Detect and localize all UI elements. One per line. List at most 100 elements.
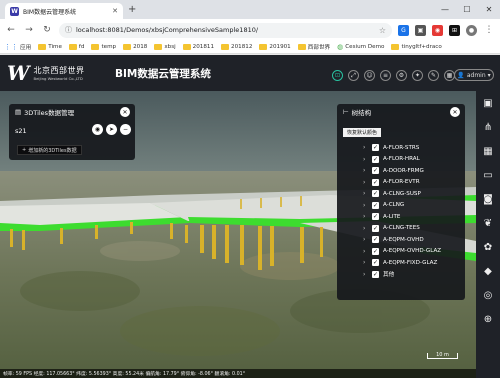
checkbox[interactable]: ✓ xyxy=(372,155,379,163)
chevron-right-icon[interactable]: › xyxy=(363,259,368,266)
tree-item[interactable]: › ✓ A-CLNG xyxy=(363,200,461,212)
checkbox[interactable]: ✓ xyxy=(372,167,379,175)
new-tab-icon[interactable]: + xyxy=(128,4,136,15)
bookmark-item[interactable]: xbsj xyxy=(154,44,176,50)
checkbox[interactable]: ✓ xyxy=(372,270,379,278)
chevron-right-icon[interactable]: › xyxy=(363,202,368,209)
checkbox[interactable]: ✓ xyxy=(372,201,379,209)
person-icon[interactable]: ☺ xyxy=(364,70,375,81)
close-tab-icon[interactable]: ✕ xyxy=(112,7,118,15)
checkbox[interactable]: ✓ xyxy=(372,190,379,198)
tree-item[interactable]: › ✓ A-CLNG-SUSP xyxy=(363,188,461,200)
bookmarks-bar: ⋮⋮ 应用 Time fd temp 2018 xbsj 201811 20181… xyxy=(0,41,500,54)
bookmark-item[interactable]: temp xyxy=(91,44,116,50)
tree-item[interactable]: › ✓ 其他 xyxy=(363,269,461,281)
checkbox[interactable]: ✓ xyxy=(372,213,379,221)
checkbox[interactable]: ✓ xyxy=(372,259,379,267)
reset-color-button[interactable]: 恢复默认颜色 xyxy=(343,128,382,137)
checkbox[interactable]: ✓ xyxy=(372,178,379,186)
folder-icon xyxy=(297,44,306,50)
bookmark-item[interactable]: ◍ Cesium Demo xyxy=(337,43,384,51)
reload-icon[interactable]: ↻ xyxy=(41,25,53,35)
chevron-right-icon[interactable]: › xyxy=(363,190,368,197)
bookmark-item[interactable]: tinygltf+draco xyxy=(391,44,442,50)
tree-item[interactable]: › ✓ A-EQPM-OVHD-GLAZ xyxy=(363,246,461,258)
chevron-right-icon[interactable]: › xyxy=(363,213,368,220)
bookmark-item[interactable]: Time xyxy=(38,44,62,50)
info-icon[interactable]: ⓘ xyxy=(65,25,72,35)
panel-header: ⊢ 树结构 xyxy=(337,104,465,120)
locate-icon[interactable]: ➤ xyxy=(106,124,117,135)
browser-tab[interactable]: W BIM数据云管理系统 ✕ xyxy=(5,3,123,19)
add-tileset-label: 增加新的3DTiles数据 xyxy=(28,147,77,154)
bookmark-item[interactable]: 201812 xyxy=(221,44,252,50)
add-tileset-button[interactable]: + 增加新的3DTiles数据 xyxy=(17,145,82,155)
tab-title: BIM数据云管理系统 xyxy=(23,8,77,16)
bookmark-item[interactable]: fd xyxy=(68,44,84,50)
bookmark-star-icon[interactable]: ☆ xyxy=(379,26,386,35)
tree-item[interactable]: › ✓ A-FLOR-STRS xyxy=(363,142,461,154)
bookmark-item[interactable]: 2018 xyxy=(123,44,147,50)
extension-icon[interactable]: ▣ xyxy=(415,24,426,36)
checkbox[interactable]: ✓ xyxy=(372,144,379,152)
checkbox[interactable]: ✓ xyxy=(372,247,379,255)
bucket-icon[interactable]: ◆ xyxy=(482,265,495,278)
camera-icon[interactable]: ◙ xyxy=(482,193,495,206)
extension-icon[interactable]: G xyxy=(398,24,409,36)
chevron-right-icon[interactable]: › xyxy=(363,144,368,151)
tree-item[interactable]: › ✓ A-FLOR-EVTR xyxy=(363,177,461,189)
cactus-icon[interactable]: ✿ xyxy=(482,241,495,254)
document-icon[interactable]: ▭ xyxy=(482,169,495,182)
address-bar[interactable]: ⓘ localhost:8081/Demos/xbsjComprehensive… xyxy=(59,22,392,38)
chevron-right-icon[interactable]: › xyxy=(363,179,368,186)
checkbox[interactable]: ✓ xyxy=(372,236,379,244)
chevron-right-icon[interactable]: › xyxy=(363,271,368,278)
profile-icon[interactable]: ● xyxy=(466,24,477,36)
extension-icon[interactable]: ⊞ xyxy=(449,24,460,36)
bookmark-item[interactable]: 西部世界 xyxy=(297,43,330,51)
tree-item[interactable]: › ✓ A-DOOR-FRMG xyxy=(363,165,461,177)
chevron-right-icon[interactable]: › xyxy=(363,225,368,232)
tools-icon[interactable]: ✦ xyxy=(412,70,423,81)
folder-icon xyxy=(123,44,132,50)
close-window-icon[interactable]: ✕ xyxy=(478,0,500,19)
fullscreen-icon[interactable]: ⤢ xyxy=(348,70,359,81)
tree-item[interactable]: › ✓ A-CLNG-TEES xyxy=(363,223,461,235)
edit-icon[interactable]: ✎ xyxy=(428,70,439,81)
leaf-icon[interactable]: ❦ xyxy=(482,217,495,230)
minimize-icon[interactable]: — xyxy=(434,0,456,19)
chevron-right-icon[interactable]: › xyxy=(363,236,368,243)
back-icon[interactable]: ← xyxy=(5,25,17,35)
scene-icon[interactable]: ⊡ xyxy=(332,70,343,81)
checkbox[interactable]: ✓ xyxy=(372,224,379,232)
chevron-right-icon[interactable]: › xyxy=(363,248,368,255)
extension-icon[interactable]: ◉ xyxy=(432,24,443,36)
location-icon[interactable]: ⊕ xyxy=(482,313,495,326)
close-icon[interactable]: ✕ xyxy=(120,107,130,117)
scale-bar: 10 m xyxy=(427,353,458,359)
user-name: admin xyxy=(466,71,486,79)
bookmark-item[interactable]: 201811 xyxy=(182,44,214,50)
tree-item[interactable]: › ✓ A-LITE xyxy=(363,211,461,223)
maximize-icon[interactable]: ☐ xyxy=(456,0,478,19)
bookmark-item[interactable]: ⋮⋮ 应用 xyxy=(4,43,31,51)
chevron-right-icon[interactable]: › xyxy=(363,156,368,163)
tree-item[interactable]: › ✓ A-EQPM-FIXD-GLAZ xyxy=(363,257,461,269)
tree-structure-icon[interactable]: ⋔ xyxy=(482,121,495,134)
grid-icon[interactable]: ▦ xyxy=(482,145,495,158)
layers-icon[interactable]: ≡ xyxy=(380,70,391,81)
view-icon[interactable]: ◉ xyxy=(92,124,103,135)
image-icon[interactable]: ▣ xyxy=(482,97,495,110)
user-menu[interactable]: 👤 admin ▾ xyxy=(454,69,494,81)
forward-icon[interactable]: → xyxy=(23,25,35,35)
app-title: BIM数据云管理系统 xyxy=(115,68,211,80)
bookmark-item[interactable]: 201901 xyxy=(259,44,291,50)
tree-item[interactable]: › ✓ A-FLOR-HRAL xyxy=(363,154,461,166)
remove-icon[interactable]: − xyxy=(120,124,131,135)
compass-icon[interactable]: ◎ xyxy=(482,289,495,302)
menu-icon[interactable]: ⋮ xyxy=(483,25,495,35)
chevron-right-icon[interactable]: › xyxy=(363,167,368,174)
tree-item[interactable]: › ✓ A-EQPM-OVHD xyxy=(363,234,461,246)
settings-icon[interactable]: ⚙ xyxy=(396,70,407,81)
close-icon[interactable]: ✕ xyxy=(450,107,460,117)
